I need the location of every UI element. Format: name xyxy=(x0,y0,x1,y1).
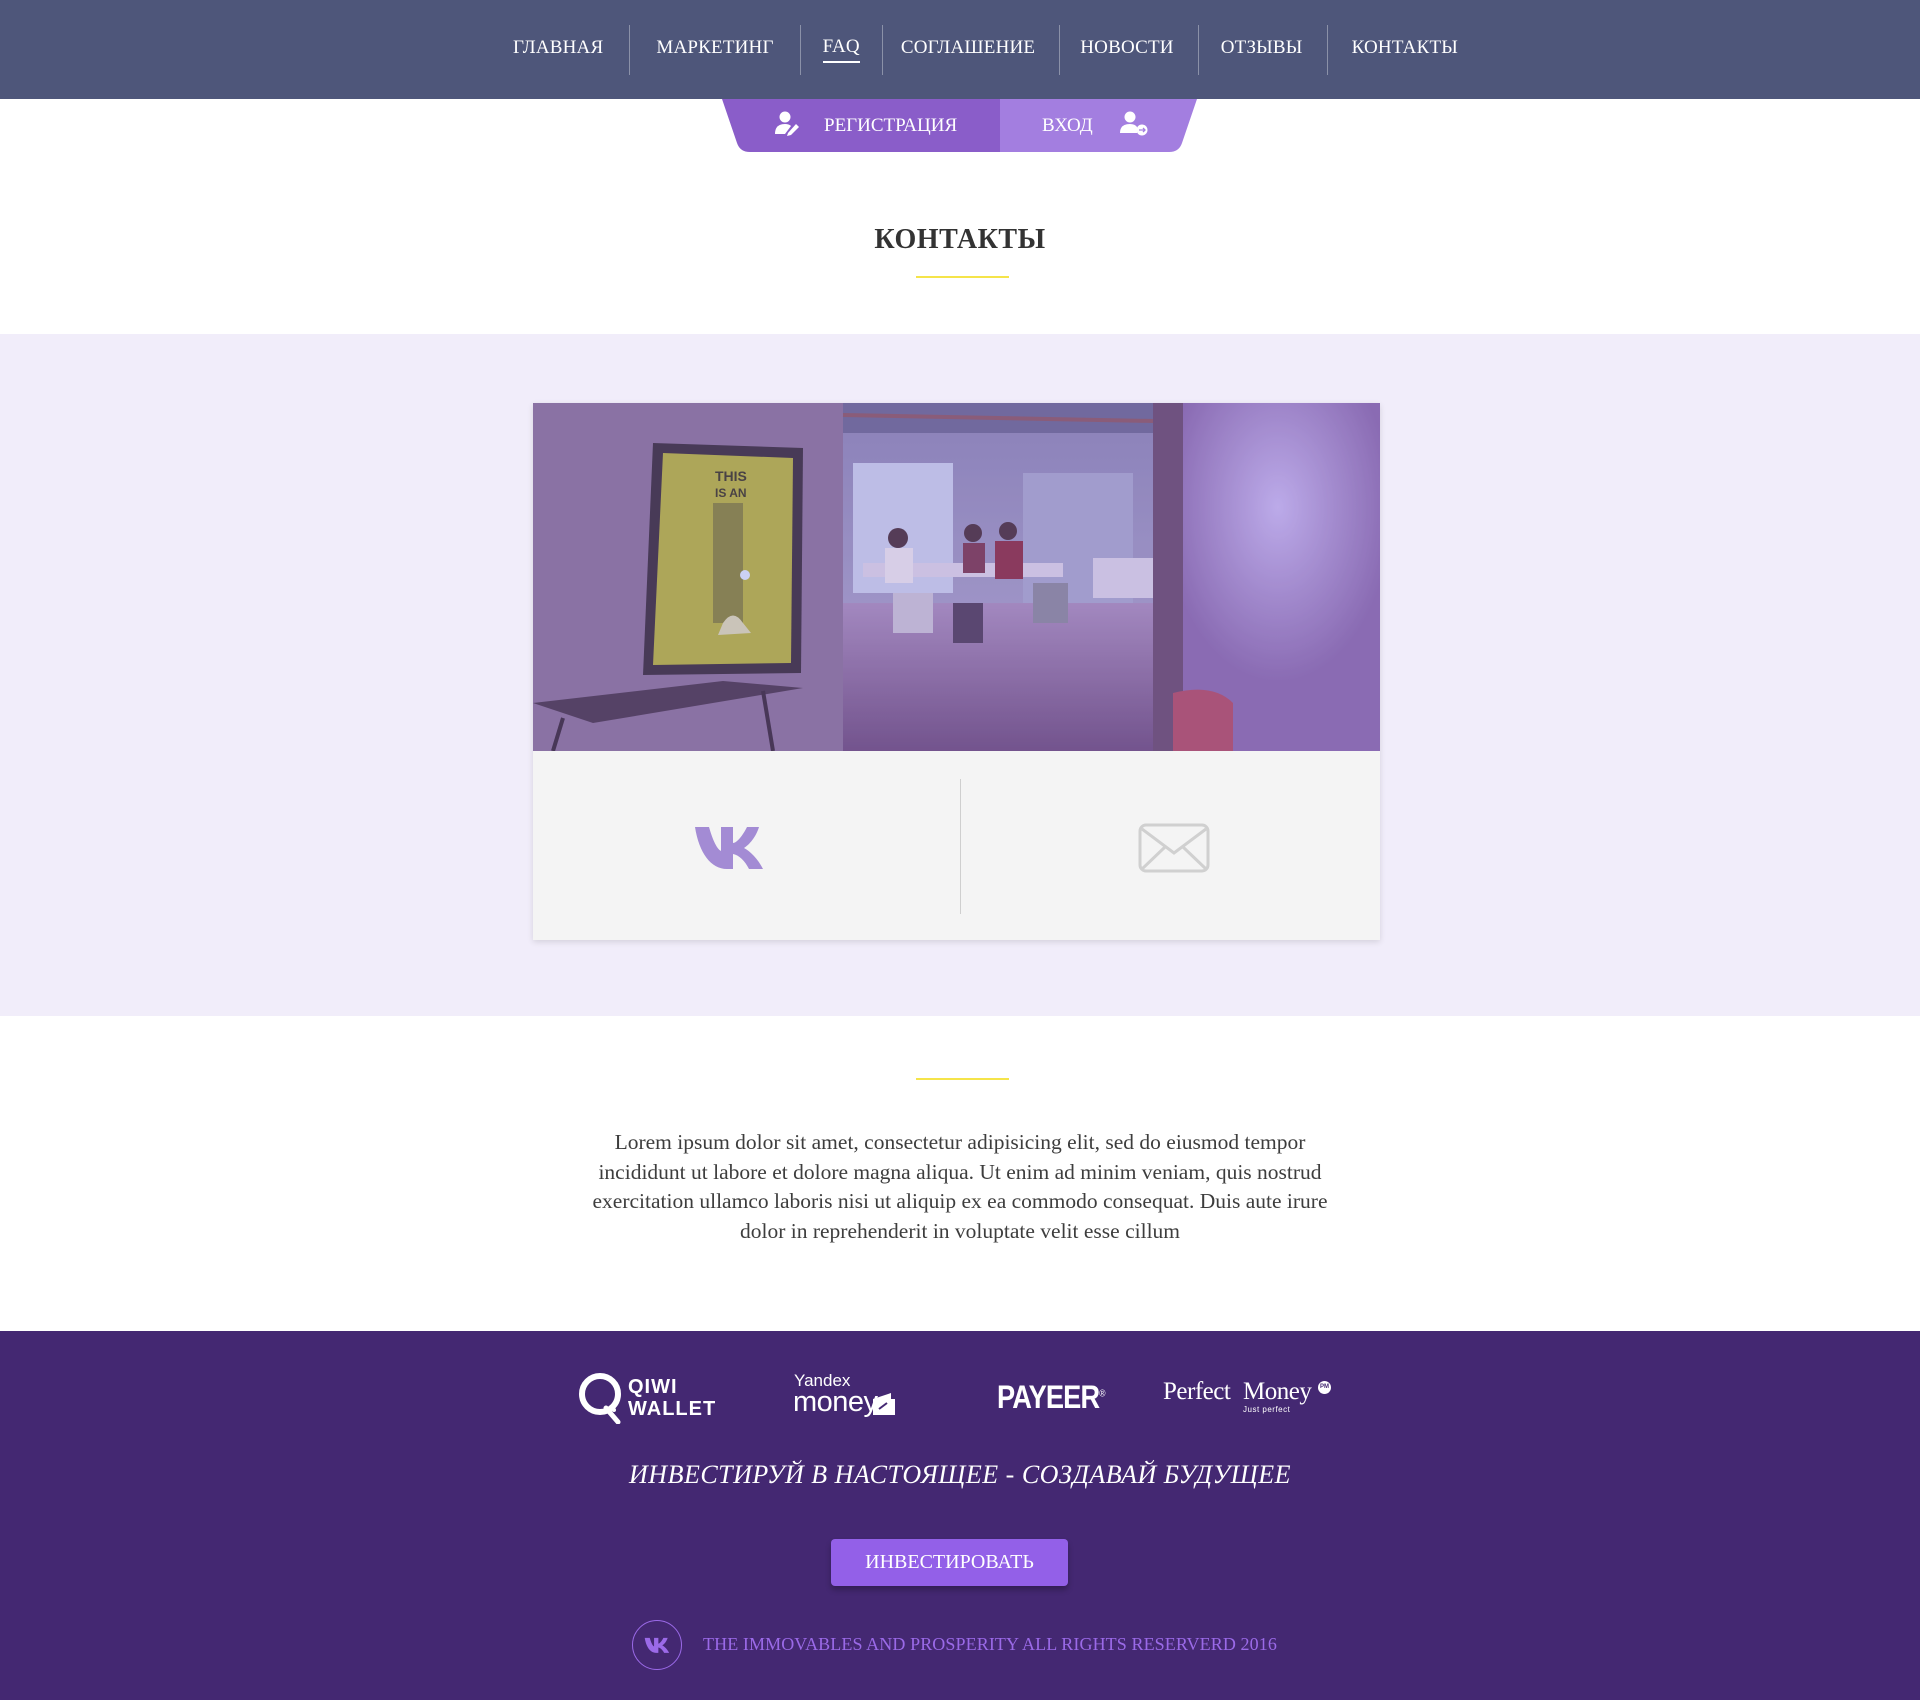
nav-item-faq[interactable]: FAQ xyxy=(801,0,882,99)
contacts-card: THIS IS AN xyxy=(533,403,1380,940)
nav-item-label: ОТЗЫВЫ xyxy=(1220,37,1303,58)
page-title: КОНТАКТЫ xyxy=(874,224,1046,255)
nav-item-reviews[interactable]: ОТЗЫВЫ xyxy=(1199,0,1327,99)
nav-item-label: ГЛАВНАЯ xyxy=(513,37,604,58)
yandex-line2: money xyxy=(793,1386,878,1418)
qiwi-text: QIWI WALLET xyxy=(628,1376,716,1420)
payeer-text: PAYEER xyxy=(997,1379,1100,1415)
user-login-icon xyxy=(1119,110,1149,142)
auth-tabs: РЕГИСТРАЦИЯ ВХОД xyxy=(722,99,1197,152)
pm-tagline: Just perfect xyxy=(1243,1405,1291,1414)
mail-icon[interactable] xyxy=(1138,823,1210,873)
about-text: Lorem ipsum dolor sit amet, consectetur … xyxy=(592,1130,1328,1243)
qiwi-icon xyxy=(579,1373,621,1424)
nav-item-agreement[interactable]: СОГЛАШЕНИЕ xyxy=(883,0,1059,99)
footer-slogan: ИНВЕСТИРУЙ В НАСТОЯЩЕЕ - СОЗДАВАЙ БУДУЩЕ… xyxy=(629,1460,1291,1489)
invest-button[interactable]: ИНВЕСТИРОВАТЬ xyxy=(831,1539,1068,1586)
login-button[interactable]: ВХОД xyxy=(1042,99,1149,152)
nav-item-news[interactable]: НОВОСТИ xyxy=(1060,0,1197,99)
title-underline xyxy=(916,276,1009,278)
vk-icon[interactable] xyxy=(693,823,771,871)
register-button[interactable]: РЕГИСТРАЦИЯ xyxy=(774,99,957,152)
pm-badge-icon: PM xyxy=(1318,1381,1331,1394)
perfect-money-logo: Perfect Money Just perfect PM xyxy=(1163,1378,1343,1418)
nav-menu: ГЛАВНАЯ МАРКЕТИНГ FAQ СОГЛАШЕНИЕ НОВОСТИ… xyxy=(487,0,1480,99)
contact-divider xyxy=(960,779,961,914)
nav-item-label: СОГЛАШЕНИЕ xyxy=(900,37,1036,58)
nav-item-label: КОНТАКТЫ xyxy=(1351,37,1459,58)
login-label: ВХОД xyxy=(1042,114,1093,136)
qiwi-line2: WALLET xyxy=(628,1398,717,1420)
nav-item-contacts[interactable]: КОНТАКТЫ xyxy=(1328,0,1480,99)
text-separator xyxy=(916,1078,1009,1080)
qiwi-wallet-logo: QIWI WALLET xyxy=(578,1372,715,1424)
nav-item-marketing[interactable]: МАРКЕТИНГ xyxy=(630,0,799,99)
contact-links xyxy=(533,751,1380,940)
office-photo: THIS IS AN xyxy=(533,403,1380,751)
qiwi-line1: QIWI xyxy=(628,1376,678,1398)
pm-word1: Perfect xyxy=(1163,1378,1231,1405)
pm-word2: Money xyxy=(1243,1378,1312,1405)
top-navigation: ГЛАВНАЯ МАРКЕТИНГ FAQ СОГЛАШЕНИЕ НОВОСТИ… xyxy=(0,0,1920,99)
payeer-logo: PAYEER® xyxy=(997,1379,1106,1415)
copyright-text: THE IMMOVABLES AND PROSPERITY ALL RIGHTS… xyxy=(703,1634,1277,1654)
yandex-money-logo: Yandex money xyxy=(793,1371,903,1423)
wallet-icon xyxy=(873,1393,895,1415)
user-edit-icon xyxy=(774,110,800,142)
nav-item-label: FAQ xyxy=(822,36,860,63)
nav-item-home[interactable]: ГЛАВНАЯ xyxy=(487,0,629,99)
nav-item-label: МАРКЕТИНГ xyxy=(656,37,774,58)
footer-vk-icon[interactable] xyxy=(632,1620,682,1670)
register-label: РЕГИСТРАЦИЯ xyxy=(824,114,958,136)
nav-item-label: НОВОСТИ xyxy=(1080,37,1174,58)
